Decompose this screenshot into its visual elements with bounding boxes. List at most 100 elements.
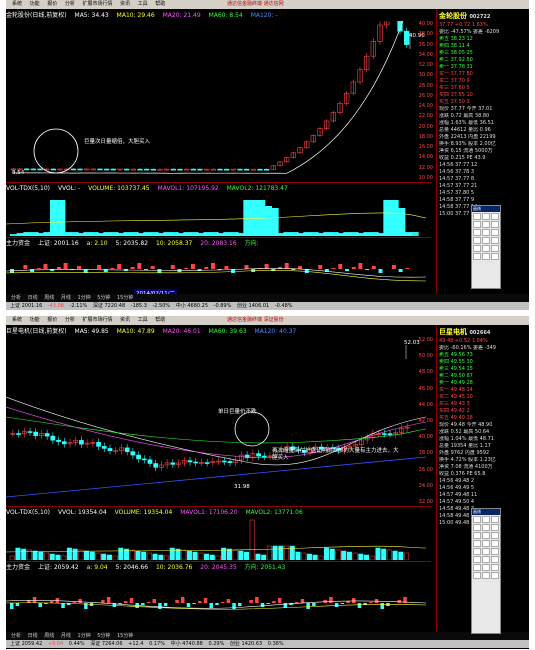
indicator-bar bbox=[198, 601, 202, 603]
tab[interactable]: 15分钟 bbox=[117, 295, 133, 301]
tool-button[interactable] bbox=[491, 556, 499, 563]
tab[interactable]: 5分钟 bbox=[97, 633, 110, 639]
tick-row: 14:56 37.78 3 bbox=[439, 169, 475, 175]
tool-button[interactable] bbox=[482, 564, 490, 571]
tool-button[interactable] bbox=[473, 253, 481, 260]
tool-button[interactable] bbox=[473, 532, 481, 539]
tool-button[interactable] bbox=[473, 237, 481, 244]
tool-button[interactable] bbox=[473, 221, 481, 228]
tab[interactable]: 15分钟 bbox=[117, 633, 133, 639]
drawing-palette[interactable]: 画线 bbox=[471, 205, 501, 289]
top-indicator-chart[interactable] bbox=[6, 249, 431, 293]
tool-button[interactable] bbox=[473, 556, 481, 563]
tool-button[interactable] bbox=[473, 229, 481, 236]
menu-item[interactable]: 资讯 bbox=[120, 1, 130, 7]
tab[interactable]: 1分钟 bbox=[77, 633, 90, 639]
menu-item[interactable]: 帮助 bbox=[155, 1, 165, 7]
period-tabs: 分析 日线 周线 月线 1分钟 5分钟 15分钟 bbox=[6, 632, 529, 640]
tool-button[interactable] bbox=[482, 237, 490, 244]
tool-button[interactable] bbox=[491, 213, 499, 220]
top-candlestick-chart[interactable] bbox=[6, 21, 431, 181]
tool-button[interactable] bbox=[491, 253, 499, 260]
tool-button[interactable] bbox=[482, 245, 490, 252]
tool-button[interactable] bbox=[482, 516, 490, 523]
tab[interactable]: 月线 bbox=[61, 633, 71, 639]
menu-item[interactable]: 报价 bbox=[47, 1, 57, 7]
tab[interactable]: 分析 bbox=[11, 295, 21, 301]
menu-item[interactable]: 功能 bbox=[30, 1, 40, 7]
menu-item[interactable]: 工具 bbox=[138, 1, 148, 7]
menu-item[interactable]: 工具 bbox=[138, 317, 148, 323]
top-volume-chart[interactable] bbox=[6, 194, 431, 236]
quote-row: 外盘 22413 内盘 22199 bbox=[439, 134, 496, 140]
tool-button[interactable] bbox=[491, 524, 499, 531]
tab[interactable]: 周线 bbox=[44, 633, 54, 639]
tool-button[interactable] bbox=[482, 532, 490, 539]
axis-tick-label: 20.00 bbox=[418, 123, 433, 130]
status-item: 深证 7264.06 bbox=[90, 641, 123, 647]
tab[interactable]: 分析 bbox=[11, 633, 21, 639]
candle bbox=[224, 168, 230, 171]
tool-button[interactable] bbox=[491, 229, 499, 236]
tab[interactable]: 月线 bbox=[61, 295, 71, 301]
axis-tick-label: 10.00 bbox=[418, 175, 433, 181]
tab[interactable]: 5分钟 bbox=[97, 295, 110, 301]
tool-button[interactable] bbox=[473, 540, 481, 547]
menu-item[interactable]: 分析 bbox=[65, 1, 75, 7]
indicator-bar bbox=[129, 598, 134, 603]
tab[interactable]: 日线 bbox=[28, 633, 38, 639]
menu-item[interactable]: 系统 bbox=[12, 317, 22, 323]
indicator-bar bbox=[204, 267, 209, 269]
tool-button[interactable] bbox=[473, 516, 481, 523]
bottom-candlestick-chart[interactable] bbox=[6, 337, 431, 505]
volume-bar bbox=[226, 548, 232, 560]
drawing-palette[interactable]: 画线 bbox=[471, 508, 501, 634]
indicator-bar bbox=[78, 599, 82, 603]
tool-button[interactable] bbox=[491, 572, 499, 579]
bottom-volume-chart[interactable] bbox=[6, 518, 431, 560]
menu-item[interactable]: 功能 bbox=[30, 317, 40, 323]
tool-button[interactable] bbox=[473, 572, 481, 579]
menu-item[interactable]: 帮助 bbox=[155, 317, 165, 323]
menu-item[interactable]: 系统 bbox=[12, 1, 22, 7]
tool-button[interactable] bbox=[491, 532, 499, 539]
indicator-bar bbox=[146, 602, 151, 603]
tool-button[interactable] bbox=[473, 213, 481, 220]
tool-button[interactable] bbox=[482, 548, 490, 555]
tab[interactable]: 1分钟 bbox=[77, 295, 90, 301]
tool-button[interactable] bbox=[491, 221, 499, 228]
tick-row: 14:57 49.50 4 bbox=[439, 499, 475, 505]
menu-item[interactable]: 扩展市场行情 bbox=[82, 317, 112, 323]
tool-button[interactable] bbox=[491, 516, 499, 523]
tool-button[interactable] bbox=[473, 564, 481, 571]
tool-button[interactable] bbox=[491, 237, 499, 244]
menu-item[interactable]: 资讯 bbox=[120, 317, 130, 323]
tab[interactable]: 日线 bbox=[28, 295, 38, 301]
tool-button[interactable] bbox=[482, 229, 490, 236]
tool-button[interactable] bbox=[482, 572, 490, 579]
volume-bar bbox=[390, 208, 406, 236]
tool-button[interactable] bbox=[482, 556, 490, 563]
tool-button[interactable] bbox=[482, 524, 490, 531]
menu-item[interactable]: 分析 bbox=[65, 317, 75, 323]
tool-button[interactable] bbox=[491, 540, 499, 547]
tab[interactable]: 周线 bbox=[44, 295, 54, 301]
tool-button[interactable] bbox=[482, 540, 490, 547]
tool-button[interactable] bbox=[491, 245, 499, 252]
tool-button[interactable] bbox=[473, 524, 481, 531]
tool-button[interactable] bbox=[482, 213, 490, 220]
menu-item[interactable]: 报价 bbox=[47, 317, 57, 323]
tool-button[interactable] bbox=[482, 253, 490, 260]
tool-button[interactable] bbox=[482, 221, 490, 228]
indicator-bar bbox=[380, 603, 384, 609]
volume-bar bbox=[261, 554, 267, 560]
tool-button[interactable] bbox=[473, 548, 481, 555]
bottom-indicator-chart[interactable] bbox=[6, 573, 431, 631]
tool-button[interactable] bbox=[473, 245, 481, 252]
indicator-bar bbox=[260, 603, 265, 607]
tool-button[interactable] bbox=[491, 548, 499, 555]
menu-item[interactable]: 扩展市场行情 bbox=[82, 1, 112, 7]
quote-row: 收益 0.215 PE 43.9 bbox=[439, 155, 486, 161]
tool-button[interactable] bbox=[491, 564, 499, 571]
axis-tick-label: 36.00 bbox=[418, 466, 433, 473]
